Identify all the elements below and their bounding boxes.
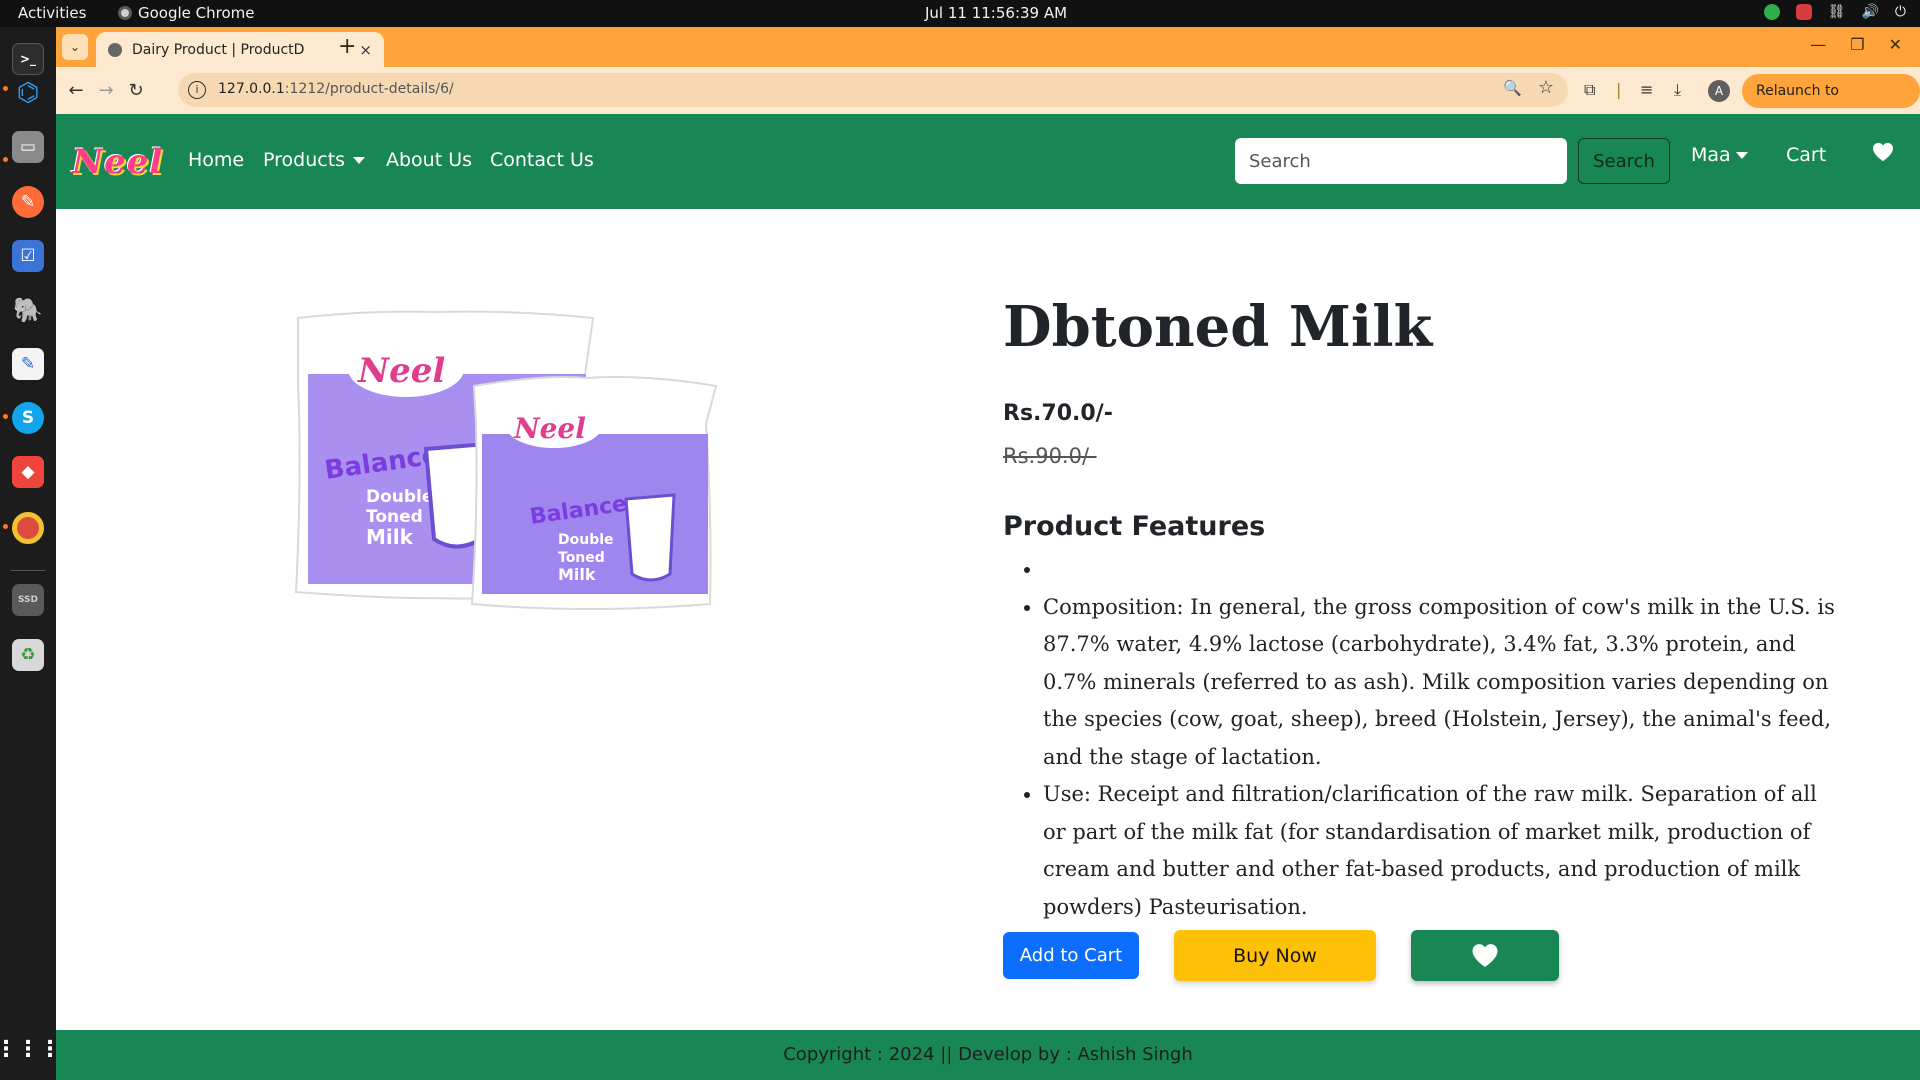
user-name: Maa — [1691, 144, 1731, 166]
power-icon[interactable]: ⏻ — [1895, 4, 1906, 20]
product-title: Dbtoned Milk — [1003, 294, 1433, 360]
media-controls-icon[interactable]: ≡ — [1640, 80, 1653, 99]
bookmark-star-icon[interactable]: ☆ — [1538, 77, 1554, 98]
chrome-small-icon — [118, 6, 132, 20]
minimize-icon[interactable]: — — [1810, 35, 1826, 54]
app-menu[interactable]: Google Chrome — [118, 4, 255, 22]
features-list: Composition: In general, the gross compo… — [1043, 551, 1843, 926]
packet-brand: Neel — [357, 351, 445, 391]
downloads-icon[interactable]: ⤓ — [1674, 80, 1681, 100]
dock-separator — [11, 570, 45, 571]
tab-strip: ⌄ Dairy Product | ProductD × + — ❐ ✕ — [56, 27, 1920, 67]
show-apps-icon[interactable]: ⋮⋮⋮ — [0, 1033, 61, 1065]
url-text[interactable]: 127.0.0.1:1212/product-details/6/ — [218, 81, 454, 97]
tab-title: Dairy Product | ProductD — [132, 41, 305, 58]
product-original-price: Rs.90.0/- — [1003, 444, 1097, 468]
address-bar[interactable]: i 127.0.0.1:1212/product-details/6/ 🔍 ☆ — [178, 73, 1568, 107]
system-top-bar: Activities Google Chrome Jul 11 11:56:39… — [0, 0, 1920, 27]
packet-line2: Double — [366, 487, 433, 507]
postgres-icon[interactable]: 🐘 — [12, 294, 44, 326]
url-path: :1212/product-details/6/ — [284, 81, 454, 97]
anydesk-icon[interactable]: ◆ — [12, 456, 44, 488]
tab-search-button[interactable]: ⌄ — [62, 34, 88, 60]
restore-icon[interactable]: ❐ — [1850, 35, 1864, 54]
packet-line3: Toned — [366, 507, 423, 527]
close-window-icon[interactable]: ✕ — [1889, 35, 1902, 54]
nav-home[interactable]: Home — [188, 149, 244, 171]
caret-down-icon — [353, 157, 366, 164]
running-indicator — [3, 86, 8, 91]
running-indicator — [3, 157, 8, 162]
buy-now-button[interactable]: Buy Now — [1174, 930, 1376, 981]
network-icon[interactable]: ⛓ — [1828, 4, 1846, 20]
profile-avatar[interactable]: A — [1708, 80, 1730, 102]
globe-icon — [108, 42, 122, 57]
product-price: Rs.70.0/- — [1003, 401, 1113, 426]
web-page: Neel Home Products About Us Contact Us S… — [56, 114, 1920, 1080]
reload-icon[interactable]: ↻ — [124, 78, 148, 102]
activities-button[interactable]: Activities — [18, 4, 86, 22]
app-name: Google Chrome — [138, 4, 255, 22]
user-menu-dropdown[interactable]: Maa — [1691, 144, 1748, 166]
browser-toolbar: ← → ↻ i 127.0.0.1:1212/product-details/6… — [56, 67, 1920, 133]
heart-icon — [1472, 944, 1498, 967]
zoom-icon[interactable]: 🔍 — [1503, 79, 1522, 97]
nav-products-label: Products — [263, 149, 346, 171]
update-check-icon[interactable] — [1763, 4, 1780, 20]
packet-line2-2: Double — [558, 532, 614, 548]
volume-icon[interactable]: 🔊 — [1861, 4, 1878, 20]
tasks-icon[interactable]: ☑ — [12, 240, 44, 272]
search-button[interactable]: Search — [1578, 138, 1670, 184]
relaunch-button[interactable]: Relaunch to update⋮ — [1742, 74, 1920, 133]
footer-copyright: Copyright : 2024 || Develop by : Ashish … — [783, 1044, 1193, 1065]
site-footer: Copyright : 2024 || Develop by : Ashish … — [56, 1030, 1920, 1080]
new-tab-button[interactable]: + — [338, 34, 356, 59]
close-tab-icon[interactable]: × — [359, 41, 372, 59]
wishlist-heart-icon[interactable] — [1872, 142, 1894, 166]
site-info-icon[interactable]: i — [188, 81, 206, 99]
system-tray[interactable]: ⛓ 🔊 ⏻ — [1763, 4, 1906, 20]
brand-logo[interactable]: Neel — [72, 142, 163, 182]
ubuntu-dock: >_ ⌬ ▭ ✎ ☑ 🐘 ✎ S ◆ SSD ♻ ⋮⋮⋮ — [0, 27, 61, 1080]
packet-brand-2: Neel — [513, 412, 586, 445]
window-controls: — ❐ ✕ — [1810, 35, 1902, 54]
add-to-wishlist-button[interactable] — [1411, 930, 1559, 981]
nav-about[interactable]: About Us — [386, 149, 472, 171]
packet-line4: Milk — [366, 525, 414, 549]
add-to-cart-button[interactable]: Add to Cart — [1003, 932, 1139, 979]
nav-products-dropdown[interactable]: Products — [263, 149, 366, 171]
nav-contact[interactable]: Contact Us — [490, 149, 594, 171]
feature-item: Use: Receipt and filtration/clarificatio… — [1043, 776, 1843, 926]
product-image: Neel Balance Double Toned Milk Neel Bala… — [286, 274, 786, 614]
url-host: 127.0.0.1 — [218, 81, 285, 97]
running-indicator — [3, 414, 8, 419]
packet-line4-2: Milk — [558, 565, 596, 584]
terminal-icon[interactable]: >_ — [12, 43, 44, 75]
toolbar-divider: | — [1616, 80, 1622, 99]
search-input[interactable] — [1235, 138, 1567, 184]
site-navbar: Neel Home Products About Us Contact Us S… — [56, 114, 1920, 209]
caret-down-icon — [1735, 152, 1748, 159]
postman-icon[interactable]: ✎ — [12, 186, 44, 218]
text-editor-icon[interactable]: ✎ — [12, 348, 44, 380]
screen-share-icon[interactable] — [1795, 4, 1812, 20]
files-icon[interactable]: ▭ — [12, 131, 44, 163]
extensions-icon[interactable]: ⧉ — [1584, 80, 1595, 100]
ssd-drive-icon[interactable]: SSD — [12, 584, 44, 616]
chrome-window: ⌄ Dairy Product | ProductD × + — ❐ ✕ ← →… — [56, 27, 1920, 1080]
forward-arrow-icon[interactable]: → — [94, 78, 118, 102]
nav-cart[interactable]: Cart — [1786, 144, 1826, 166]
running-indicator — [3, 524, 8, 529]
packet-line3-2: Toned — [558, 550, 605, 566]
feature-item — [1043, 551, 1843, 589]
features-heading: Product Features — [1003, 511, 1266, 542]
chrome-icon[interactable] — [12, 512, 44, 544]
clock[interactable]: Jul 11 11:56:39 AM — [925, 4, 1067, 22]
vscode-icon[interactable]: ⌬ — [12, 77, 44, 109]
trash-icon[interactable]: ♻ — [12, 639, 44, 671]
feature-item: Composition: In general, the gross compo… — [1043, 589, 1843, 777]
back-arrow-icon[interactable]: ← — [64, 78, 88, 102]
skype-icon[interactable]: S — [12, 402, 44, 434]
